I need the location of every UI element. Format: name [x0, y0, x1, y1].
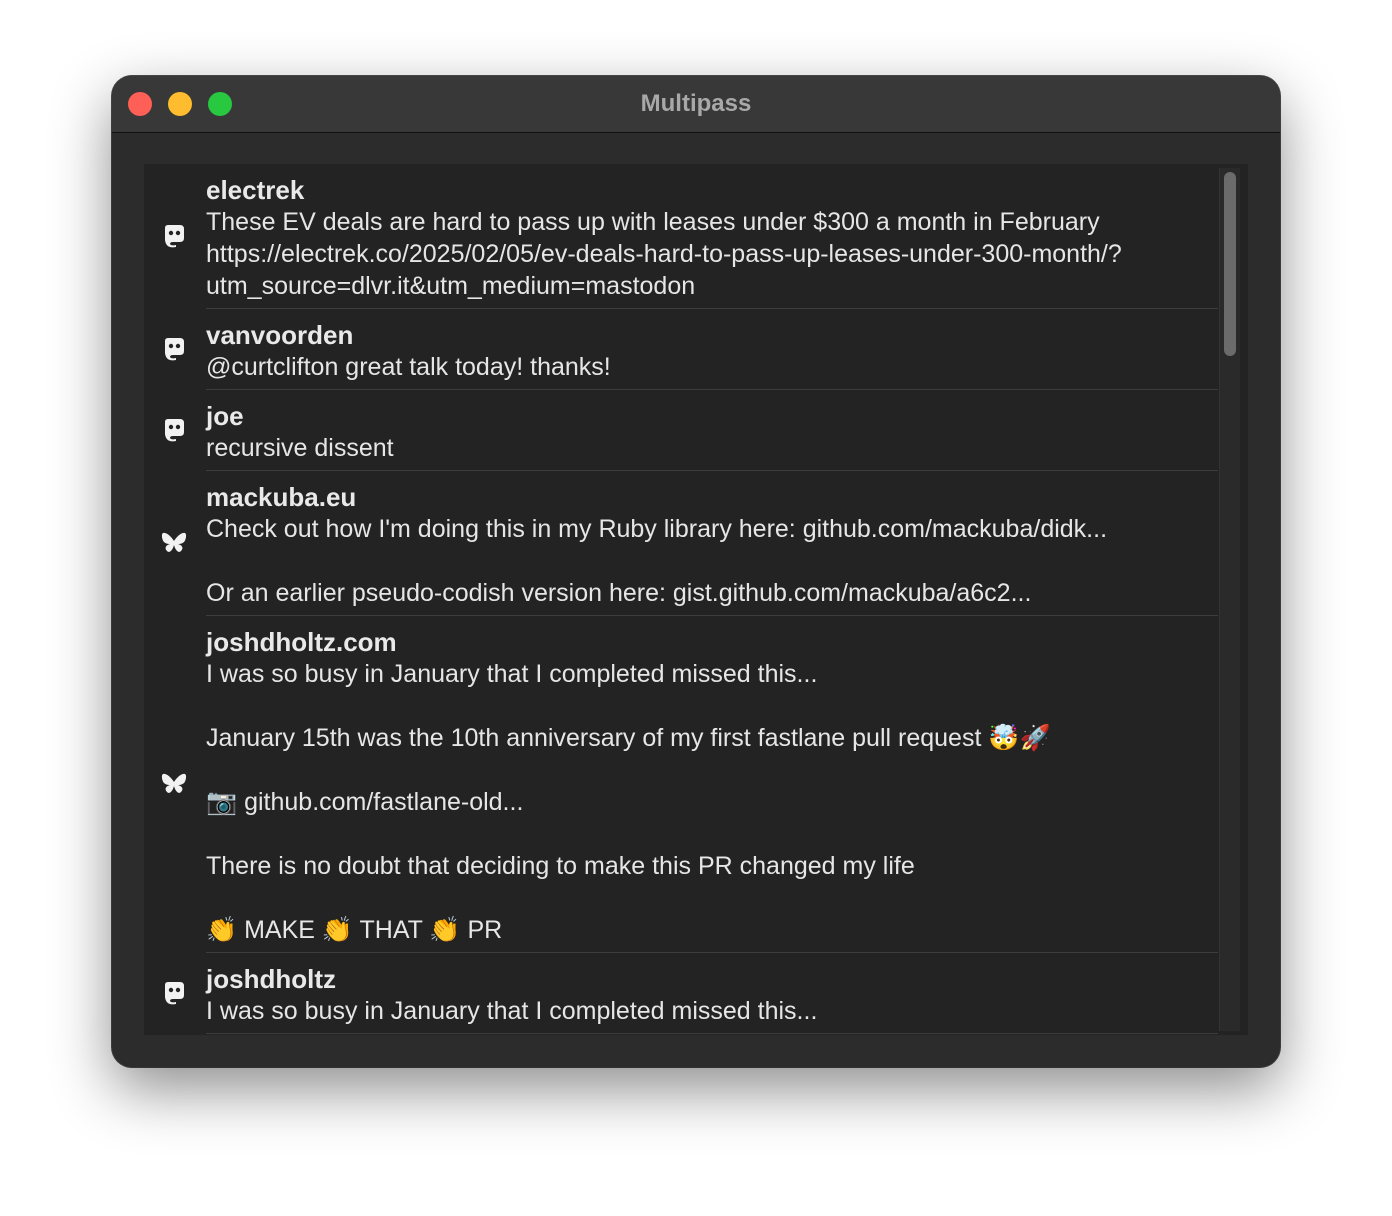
feed-item-body: vanvoorden @curtclifton great talk today!…	[206, 309, 1218, 389]
feed-item-body: joshdholtz I was so busy in January that …	[206, 953, 1218, 1033]
window-title: Multipass	[640, 90, 752, 117]
feed-scroll-view[interactable]: electrek These EV deals are hard to pass …	[144, 164, 1248, 1035]
title-bar[interactable]: Multipass	[112, 76, 1280, 133]
feed-item-body: mackuba.eu Check out how I'm doing this i…	[206, 471, 1218, 615]
feed-item-text: @curtclifton great talk today! thanks!	[206, 353, 611, 381]
feed-item[interactable]: joshdholtz.com I was so busy in January t…	[206, 616, 1218, 953]
feed-item[interactable]: joe recursive dissent	[206, 390, 1218, 471]
feed-item-text: Check out how I'm doing this in my Ruby …	[206, 515, 1108, 607]
feed-item-text: recursive dissent	[206, 434, 394, 462]
feed-item-author: joshdholtz	[206, 964, 336, 994]
feed-item-body: joshdholtz.com I was so busy in January t…	[206, 616, 1218, 952]
feed-item[interactable]: vanvoorden @curtclifton great talk today!…	[206, 309, 1218, 390]
feed-item-body: electrek These EV deals are hard to pass …	[206, 164, 1218, 308]
feed-list: electrek These EV deals are hard to pass …	[144, 164, 1218, 1034]
bluesky-icon	[161, 771, 187, 797]
vertical-scrollbar[interactable]	[1219, 168, 1240, 1031]
app-window: Multipass electrek These EV deals are har…	[112, 76, 1280, 1067]
feed-item[interactable]: mackuba.eu Check out how I'm doing this i…	[206, 471, 1218, 616]
feed-item-author: joshdholtz.com	[206, 627, 397, 657]
feed-item-author: vanvoorden	[206, 320, 354, 350]
mastodon-icon	[161, 223, 187, 249]
mastodon-icon	[161, 336, 187, 362]
feed-item-author: electrek	[206, 175, 305, 205]
mastodon-icon	[161, 980, 187, 1006]
bluesky-icon	[161, 530, 187, 556]
feed-item-author: joe	[206, 401, 244, 431]
feed-item-text: These EV deals are hard to pass up with …	[206, 208, 1122, 300]
feed-item-author: mackuba.eu	[206, 482, 357, 512]
feed-item-text: I was so busy in January that I complete…	[206, 997, 818, 1025]
feed-item-body: joe recursive dissent	[206, 390, 1218, 470]
feed-item[interactable]: joshdholtz I was so busy in January that …	[206, 953, 1218, 1034]
scrollbar-thumb[interactable]	[1224, 172, 1236, 356]
mastodon-icon	[161, 417, 187, 443]
feed-item-text: I was so busy in January that I complete…	[206, 660, 1051, 944]
feed-item[interactable]: electrek These EV deals are hard to pass …	[206, 164, 1218, 309]
